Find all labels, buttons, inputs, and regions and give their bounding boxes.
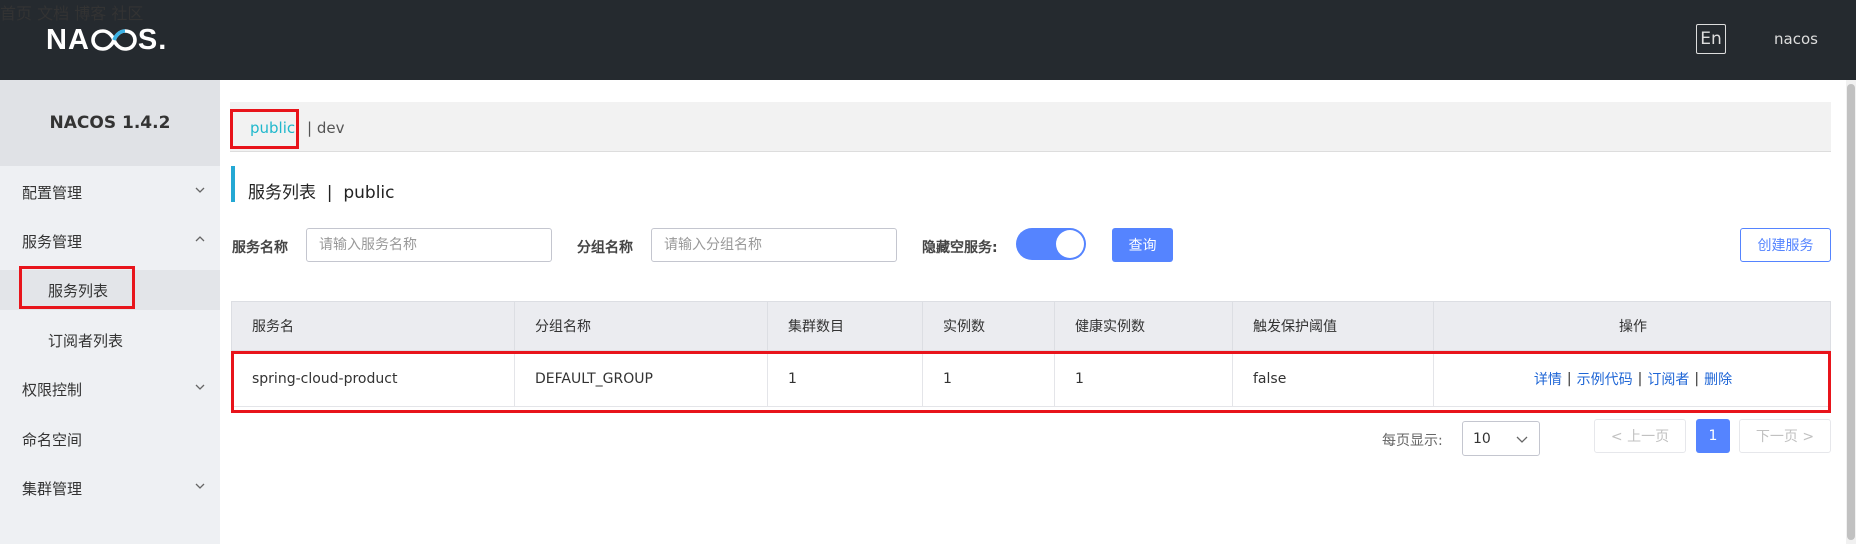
logo-dot: . — [158, 23, 168, 56]
title-accent-bar — [231, 166, 235, 202]
cell-service-name: spring-cloud-product — [232, 351, 515, 406]
logo-infinity-icon — [91, 27, 137, 53]
per-page-label: 每页显示: — [1382, 433, 1443, 449]
next-page-button[interactable]: 下一页 > — [1739, 419, 1831, 453]
cell-group-name: DEFAULT_GROUP — [515, 351, 768, 406]
sidebar-item-label: 配置管理 — [22, 183, 83, 202]
chevron-down-icon — [195, 187, 205, 193]
nav-docs-link[interactable]: 文档 — [37, 4, 69, 23]
namespace-public-link[interactable]: public — [250, 119, 295, 137]
page-size-value: 10 — [1473, 430, 1491, 447]
column-header: 服务名 — [232, 302, 515, 350]
prev-page-button[interactable]: < 上一页 — [1594, 419, 1686, 453]
column-header: 操作 — [1619, 319, 1647, 335]
sidebar-item-access-control[interactable]: 权限控制 — [0, 369, 220, 409]
hide-empty-label: 隐藏空服务: — [922, 240, 998, 256]
scrollbar-thumb[interactable] — [1847, 84, 1855, 540]
cell-threshold: false — [1233, 351, 1434, 406]
chevron-down-icon — [195, 483, 205, 489]
op-separator: | — [1694, 370, 1700, 387]
sidebar-item-label: 集群管理 — [22, 479, 83, 498]
sidebar-item-namespace[interactable]: 命名空间 — [0, 419, 220, 459]
namespace-dev-link[interactable]: | dev — [307, 119, 344, 137]
detail-link[interactable]: 详情 — [1534, 369, 1562, 389]
sidebar: NACOS 1.4.2 配置管理 服务管理 服务列表 订阅者列表 权限控制 命名… — [0, 80, 220, 544]
cell-cluster-count: 1 — [768, 351, 923, 406]
namespace-bar — [230, 102, 1831, 152]
username[interactable]: nacos — [1774, 30, 1818, 48]
table-row: spring-cloud-product DEFAULT_GROUP 1 1 1… — [231, 351, 1831, 407]
nav-blog-link[interactable]: 博客 — [74, 4, 106, 23]
sidebar-item-label: 服务列表 — [48, 281, 109, 300]
nacos-logo[interactable]: NA S . — [46, 22, 167, 58]
language-switch-button[interactable]: En — [1696, 24, 1726, 54]
vertical-scrollbar[interactable] — [1846, 80, 1856, 544]
create-service-button[interactable]: 创建服务 — [1740, 228, 1831, 262]
nav-home-link[interactable]: 首页 — [0, 4, 32, 23]
group-name-input[interactable] — [651, 228, 897, 262]
column-header: 集群数目 — [768, 302, 923, 350]
version-title: NACOS 1.4.2 — [0, 80, 220, 166]
toggle-knob — [1056, 230, 1084, 258]
sample-code-link[interactable]: 示例代码 — [1577, 369, 1633, 389]
cell-operations: 详情 | 示例代码 | 订阅者 | 删除 — [1434, 351, 1832, 406]
service-name-input[interactable] — [306, 228, 552, 262]
chevron-down-icon — [1516, 436, 1528, 443]
subscriber-link[interactable]: 订阅者 — [1647, 369, 1689, 389]
sidebar-item-service-list[interactable]: 服务列表 — [0, 270, 220, 310]
sidebar-item-config[interactable]: 配置管理 — [0, 172, 220, 212]
nav-community-link[interactable]: 社区 — [111, 4, 143, 23]
query-button[interactable]: 查询 — [1112, 228, 1173, 262]
op-separator: | — [1637, 370, 1643, 387]
current-page-button[interactable]: 1 — [1696, 419, 1730, 453]
sidebar-item-label: 权限控制 — [22, 380, 83, 399]
logo-text-left: NA — [46, 23, 90, 56]
column-header: 分组名称 — [515, 302, 768, 350]
table-header: 服务名 分组名称 集群数目 实例数 健康实例数 触发保护阈值 操作 — [231, 301, 1831, 351]
column-header: 实例数 — [923, 302, 1055, 350]
sidebar-item-subscriber-list[interactable]: 订阅者列表 — [0, 320, 220, 360]
sidebar-item-label: 服务管理 — [22, 232, 83, 251]
op-separator: | — [1566, 370, 1572, 387]
cell-healthy-count: 1 — [1055, 351, 1233, 406]
group-name-label: 分组名称 — [577, 240, 633, 256]
sidebar-item-cluster-mgmt[interactable]: 集群管理 — [0, 468, 220, 508]
sidebar-item-label: 订阅者列表 — [48, 331, 124, 350]
column-header: 触发保护阈值 — [1233, 302, 1434, 350]
hide-empty-toggle[interactable] — [1016, 228, 1086, 260]
chevron-up-icon — [195, 236, 205, 242]
service-name-label: 服务名称 — [232, 240, 288, 256]
page-title: 服务列表 | public — [248, 183, 395, 203]
cell-instance-count: 1 — [923, 351, 1055, 406]
page-size-select[interactable]: 10 — [1462, 421, 1540, 456]
sidebar-item-label: 命名空间 — [22, 430, 83, 449]
sidebar-item-service-mgmt[interactable]: 服务管理 — [0, 221, 220, 261]
delete-link[interactable]: 删除 — [1704, 369, 1732, 389]
chevron-down-icon — [195, 384, 205, 390]
top-header: NA S . 首页 文档 博客 社区 En nacos — [0, 0, 1856, 80]
logo-text-right: S — [137, 23, 159, 56]
column-header: 健康实例数 — [1055, 302, 1233, 350]
